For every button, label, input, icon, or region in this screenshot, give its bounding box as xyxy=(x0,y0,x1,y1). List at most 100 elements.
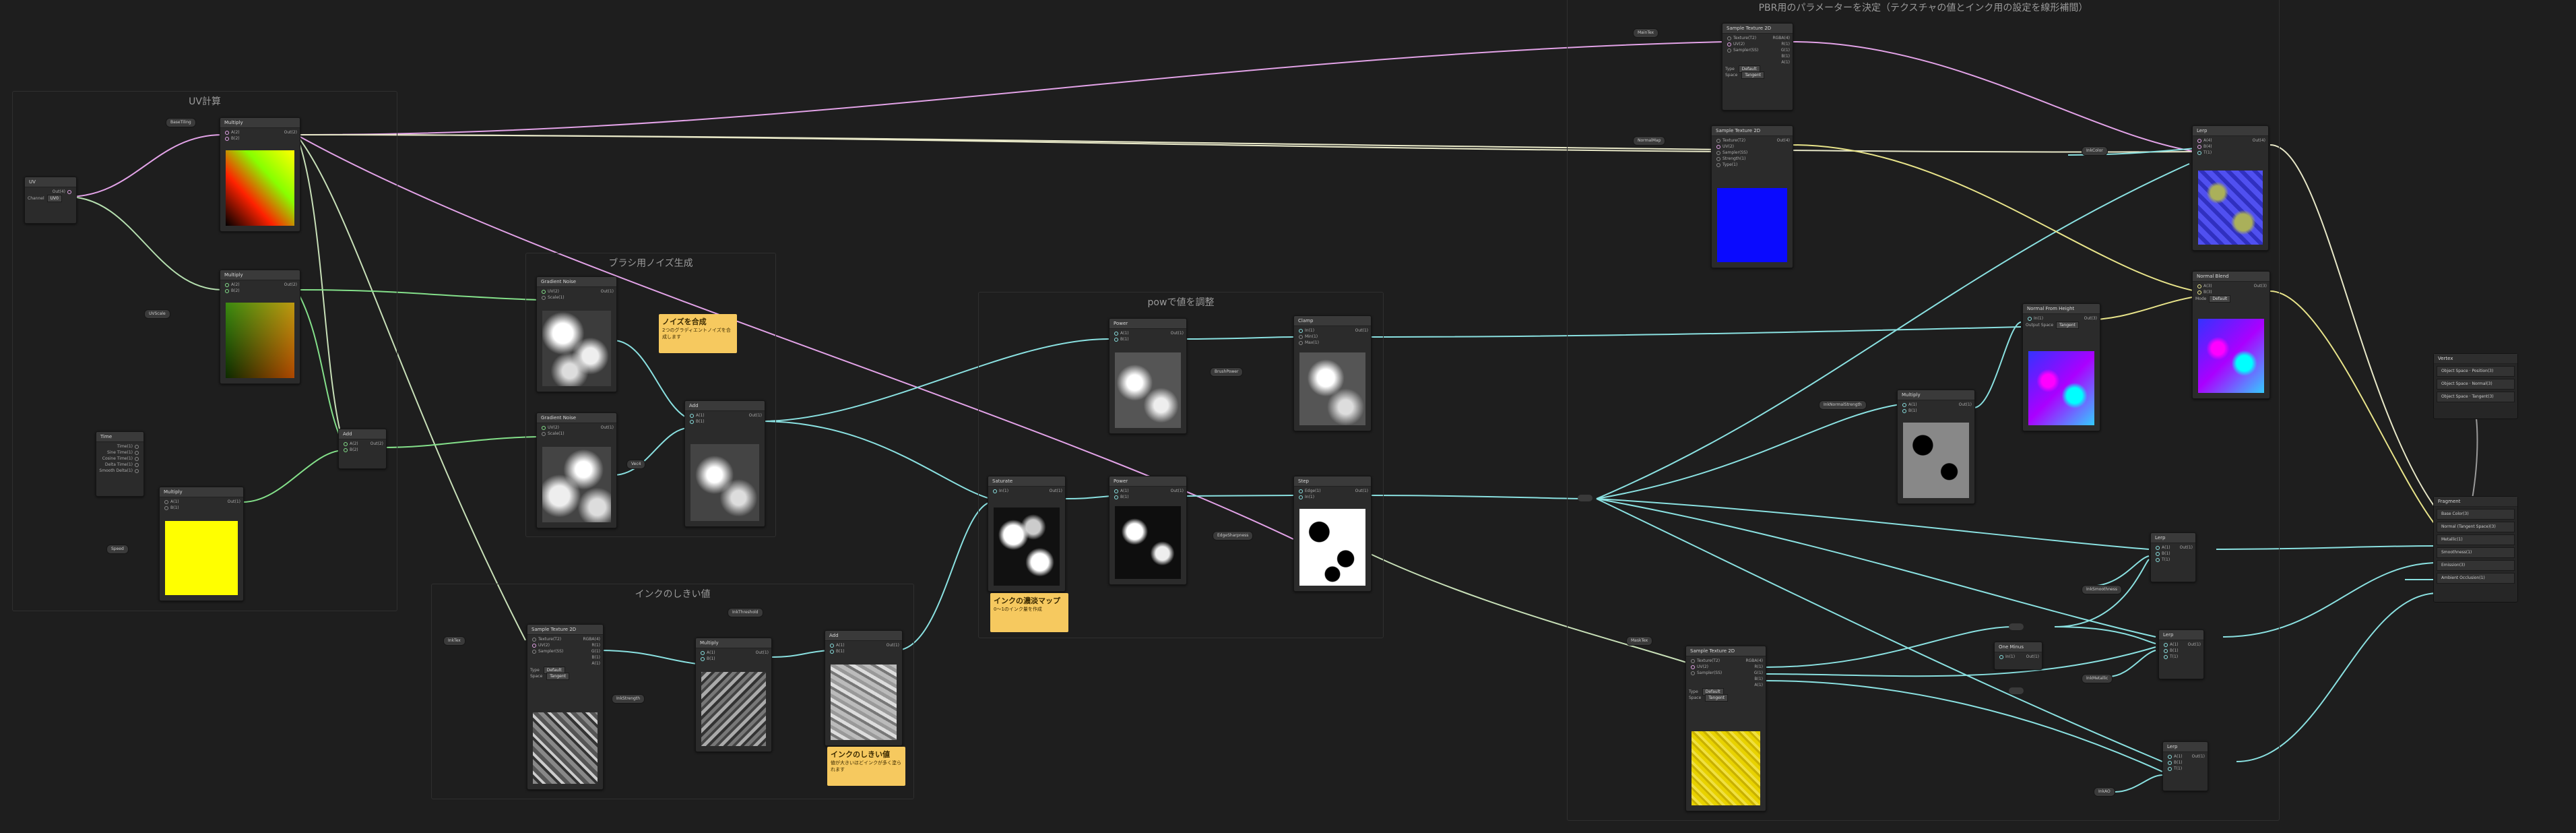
node-title: Power xyxy=(1109,476,1186,487)
preview-stone-texture xyxy=(701,672,766,746)
ink-strength-property[interactable]: InkStrength xyxy=(612,694,645,704)
step-node[interactable]: Step Edge(1) Out(1) In(1) xyxy=(1293,476,1372,592)
space-dropdown[interactable]: Tangent xyxy=(1741,71,1765,79)
uv-out-port[interactable]: Out(4) xyxy=(28,189,73,195)
sticky-note-noise[interactable]: ノイズを合成 2つのグラディエントノイズを合成します xyxy=(659,314,737,353)
channel-label: Channel xyxy=(28,196,44,201)
noise-scale-property[interactable]: Vec4 xyxy=(626,460,646,469)
preview-normal-map xyxy=(2028,351,2094,425)
space-dropdown[interactable]: Tangent xyxy=(1705,694,1729,702)
node-title: Lerp xyxy=(2193,126,2268,136)
one-minus-node[interactable]: One Minus In(1) Out(1) xyxy=(1994,642,2042,670)
add-uv-node[interactable]: Add A(2) Out(2) B(2) xyxy=(338,429,387,469)
speed-property[interactable]: Speed xyxy=(106,545,129,554)
port-dot[interactable] xyxy=(225,282,229,287)
fragment-smoothness-port[interactable]: Smoothness(1) xyxy=(2437,547,2515,558)
multiply-node-3[interactable]: Multiply A(1) Out(1) B(1) xyxy=(159,487,244,601)
node-title: Sample Texture 2D xyxy=(1686,646,1766,656)
reroute-node[interactable] xyxy=(1578,495,1592,501)
node-title: Normal Blend xyxy=(2193,272,2269,282)
port-dot[interactable] xyxy=(225,288,229,293)
sample-texture-top-node[interactable]: Sample Texture 2D Texture(T2) RGBA(4) UV(… xyxy=(1722,23,1793,111)
fragment-normal-port[interactable]: Normal (Tangent Space)(3) xyxy=(2437,522,2515,532)
preview-yellow xyxy=(165,521,238,595)
sticky-note-ink[interactable]: インクのしきい値 値が大きいほどインクが多く塗られます xyxy=(827,747,905,786)
sample-texture-ink-node[interactable]: Sample Texture 2D Texture(T2) RGBA(4) UV(… xyxy=(527,624,604,790)
fragment-metallic-port[interactable]: Metallic(1) xyxy=(2437,534,2515,545)
channel-dropdown[interactable]: UV0 xyxy=(46,195,62,202)
port-dot[interactable] xyxy=(225,130,229,135)
preview-noise xyxy=(542,311,611,386)
space-dropdown[interactable]: Tangent xyxy=(2056,321,2079,329)
multiply-node-2[interactable]: Multiply A(2) Out(2) B(2) xyxy=(220,270,300,384)
lerp-smoothness-node[interactable]: Lerp A(1) Out(1) B(1) T(1) xyxy=(2150,532,2196,582)
edge-sharpness-property[interactable]: EdgeSharpness xyxy=(1213,531,1254,541)
preview-uv-gradient xyxy=(226,150,294,226)
clamp-node[interactable]: Clamp In(1) Out(1) Min(1) Max(1) xyxy=(1293,315,1372,431)
uvscale-property[interactable]: UVScale xyxy=(144,309,170,319)
node-title: Lerp xyxy=(2151,533,2195,543)
node-title: Clamp xyxy=(1294,316,1371,326)
power-node-1[interactable]: Power A(1) Out(1) B(1) xyxy=(1109,318,1187,434)
ink-ao-property[interactable]: InkAO xyxy=(2094,787,2115,797)
fragment-block[interactable]: Fragment Base Color(3) Normal (Tangent S… xyxy=(2433,496,2518,603)
vertex-block[interactable]: Vertex Object Space · Position(3) Object… xyxy=(2433,353,2518,419)
add-noise-node[interactable]: Add A(1) Out(1) B(1) xyxy=(684,400,765,527)
preview-yellow-texture xyxy=(1692,731,1760,805)
preview-color-lerp xyxy=(2198,171,2263,245)
ink-normal-property[interactable]: InkNormalStrength xyxy=(1819,400,1867,410)
fragment-emission-port[interactable]: Emission(3) xyxy=(2437,560,2515,571)
fragment-ao-port[interactable]: Ambient Occlusion(1) xyxy=(2437,573,2515,584)
group-title: PBR用のパラメーターを決定（テクスチャの値とインク用の設定を線形補間） xyxy=(1758,3,2088,13)
multiply-node-1[interactable]: Multiply A(2) Out(2) B(2) xyxy=(220,117,300,232)
inktex-property[interactable]: InkTex xyxy=(443,636,465,646)
ink-threshold-property[interactable]: InkThreshold xyxy=(728,608,763,617)
node-title: Gradient Noise xyxy=(537,413,616,423)
group-title: ブラシ用ノイズ生成 xyxy=(608,258,693,269)
mode-dropdown[interactable]: Default xyxy=(2209,295,2231,303)
space-dropdown[interactable]: Tangent xyxy=(546,673,570,680)
node-title: UV xyxy=(25,177,76,187)
masktex-property[interactable]: MaskTex xyxy=(1626,636,1653,646)
port-dot[interactable] xyxy=(225,136,229,141)
saturate-node[interactable]: Saturate In(1) Out(1) xyxy=(988,476,1066,592)
reroute-node[interactable] xyxy=(2009,623,2024,630)
gradient-noise-node-1[interactable]: Gradient Noise UV(2) Out(1) Scale(1) xyxy=(536,276,617,392)
preview-blue xyxy=(1717,188,1787,262)
time-node[interactable]: Time Time(1) Sine Time(1) Cosine Time(1)… xyxy=(96,431,144,497)
sticky-note-pow[interactable]: インクの濃淡マップ 0〜1のインク量を作成 xyxy=(990,593,1068,632)
add-ink-node[interactable]: Add A(1) Out(1) B(1) xyxy=(825,630,903,746)
inkcolor-property[interactable]: InkColor xyxy=(2082,146,2108,156)
uv-node[interactable]: UV Out(4) Channel UV0 xyxy=(24,177,77,224)
preview-noise xyxy=(1115,352,1181,428)
multiply-mask-node[interactable]: Multiply A(1) Out(1) B(1) xyxy=(1897,390,1975,504)
node-title: Multiply xyxy=(696,638,771,648)
vertex-tangent-port[interactable]: Object Space · Tangent(3) xyxy=(2437,392,2515,402)
maintex-property[interactable]: MainTex xyxy=(1633,28,1659,38)
normal-blend-node[interactable]: Normal Blend A(3) Out(3) B(3) Mode Default xyxy=(2192,271,2270,399)
vertex-normal-port[interactable]: Object Space · Normal(3) xyxy=(2437,379,2515,390)
port-dot[interactable] xyxy=(67,189,71,194)
tiling-property[interactable]: BaseTiling xyxy=(166,118,196,127)
lerp-color-node[interactable]: Lerp A(4) Out(4) B(4) T(1) xyxy=(2192,125,2269,251)
vertex-position-port[interactable]: Object Space · Position(3) xyxy=(2437,366,2515,377)
normalmap-property[interactable]: NormalMap xyxy=(1633,136,1666,146)
fragment-basecolor-port[interactable]: Base Color(3) xyxy=(2437,509,2515,520)
node-title: Multiply xyxy=(1898,390,1974,400)
lerp-metallic-node[interactable]: Lerp A(1) Out(1) B(1) T(1) xyxy=(2158,629,2204,679)
node-title: Lerp xyxy=(2159,630,2203,640)
power-node-2[interactable]: Power A(1) Out(1) B(1) xyxy=(1109,476,1187,585)
multiply-ink-node[interactable]: Multiply A(1) Out(1) B(1) xyxy=(695,638,772,752)
lerp-ao-node[interactable]: Lerp A(1) Out(1) B(1) T(1) xyxy=(2162,741,2208,791)
sample-texture-bottom-node[interactable]: Sample Texture 2D Texture(T2) RGBA(4) UV(… xyxy=(1685,646,1766,811)
node-title: Sample Texture 2D xyxy=(1722,24,1793,34)
normal-from-height-node[interactable]: Normal From Height In(1) Out(3) Output Sp… xyxy=(2022,303,2100,431)
brush-power-property[interactable]: BrushPower xyxy=(1210,367,1244,377)
preview-stone-texture xyxy=(831,665,897,740)
ink-smoothness-property[interactable]: InkSmoothness xyxy=(2082,585,2122,594)
sample-normal-node[interactable]: Sample Texture 2D Texture(T2) Out(4) UV(2… xyxy=(1711,125,1793,268)
ink-metallic-property[interactable]: InkMetallic xyxy=(2082,674,2113,683)
gradient-noise-node-2[interactable]: Gradient Noise UV(2) Out(1) Scale(1) xyxy=(536,412,617,528)
reroute-node[interactable] xyxy=(2009,687,2024,694)
node-title: Step xyxy=(1294,476,1371,487)
